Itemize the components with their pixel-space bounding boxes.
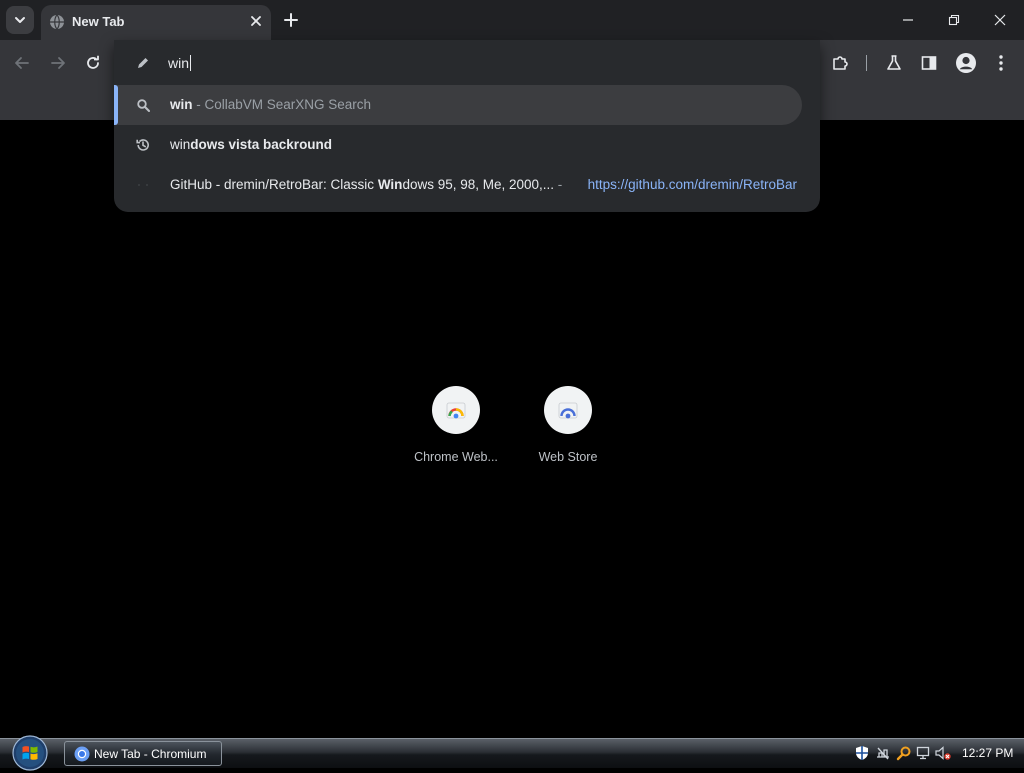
shortcut-label: Web Store — [538, 450, 598, 464]
profile-button[interactable] — [955, 52, 977, 74]
suggestion-segment: win — [170, 97, 193, 112]
history-icon — [134, 136, 152, 154]
toolbar-divider — [866, 55, 867, 71]
suggestion-row[interactable]: win - CollabVM SearXNG Search — [114, 85, 820, 125]
suggestion-segment: - CollabVM SearXNG Search — [192, 97, 372, 112]
suggestion-row[interactable]: windows vista backround — [114, 125, 820, 165]
labs-button[interactable] — [884, 53, 904, 73]
reload-button[interactable] — [83, 53, 103, 73]
edit-icon — [134, 54, 152, 72]
network-disconnected-icon[interactable] — [875, 745, 891, 761]
page-icon — [134, 176, 152, 194]
suggestion-segment: dows vista backround — [190, 137, 333, 152]
suggestion-text: win - CollabVM SearXNG Search — [170, 96, 371, 114]
windows-logo-icon — [12, 735, 48, 771]
volume-muted-icon[interactable] — [934, 745, 951, 761]
taskbar-window-button[interactable]: New Tab - Chromium — [64, 741, 222, 766]
chrome-web-store-icon — [446, 402, 466, 419]
omnibox-dropdown: win win - CollabVM SearXNG Search window… — [114, 40, 820, 212]
reload-icon — [87, 55, 99, 69]
minimize-icon — [903, 19, 913, 21]
flask-icon — [887, 55, 901, 70]
tab-search-button[interactable] — [6, 6, 34, 34]
chevron-down-icon — [15, 17, 25, 23]
restore-button[interactable] — [944, 10, 964, 30]
window-close-button[interactable] — [990, 10, 1010, 30]
globe-icon — [49, 14, 65, 30]
suggestion-segment: Win — [377, 177, 403, 192]
suggestion-segment: - — [554, 177, 563, 192]
new-tab-button[interactable] — [281, 10, 301, 30]
suggestion-segment: GitHub - dremin/RetroBar: Classic — [170, 177, 378, 192]
system-clock[interactable]: 12:27 PM — [962, 746, 1013, 760]
taskbar: New Tab - Chromium 12:27 PM — [0, 735, 1024, 771]
system-tray — [854, 745, 954, 763]
minimize-button[interactable] — [898, 10, 918, 30]
menu-button[interactable] — [991, 53, 1011, 73]
shortcut-label: Chrome Web... — [414, 450, 498, 464]
close-icon — [251, 16, 261, 26]
omnibox-input-text: win — [168, 55, 190, 71]
arrow-right-icon — [51, 57, 65, 69]
suggestion-segment: win — [170, 137, 191, 152]
suggestion-text: windows vista backround — [170, 136, 332, 154]
shortcut-tile[interactable]: Web Store — [512, 386, 624, 482]
extensions-button[interactable] — [830, 53, 850, 73]
close-icon — [994, 14, 1006, 26]
suggestion-url[interactable]: https://github.com/dremin/RetroBar — [588, 176, 797, 194]
side-panel-button[interactable] — [919, 53, 939, 73]
suggestion-row[interactable]: GitHub - dremin/RetroBar: Classic Window… — [114, 165, 820, 205]
arrow-left-icon — [15, 57, 29, 69]
shortcut-tile[interactable]: Chrome Web... — [400, 386, 512, 482]
suggestion-segment: dows 95, 98, Me, 2000,... — [402, 177, 555, 192]
back-button[interactable] — [12, 53, 32, 73]
forward-button[interactable] — [48, 53, 68, 73]
shortcut-icon-circle — [544, 386, 592, 434]
suggestion-text: GitHub - dremin/RetroBar: Classic Window… — [170, 176, 562, 194]
web-store-icon — [558, 402, 578, 419]
text-caret — [190, 55, 192, 71]
plus-icon — [284, 13, 298, 27]
tab-close-button[interactable] — [246, 11, 266, 31]
restore-icon — [948, 14, 960, 26]
shortcut-icon-circle — [432, 386, 480, 434]
side-panel-icon — [921, 56, 937, 70]
security-shield-icon[interactable] — [854, 745, 870, 761]
selected-row-accent — [114, 85, 118, 125]
avatar-icon — [956, 53, 976, 73]
start-button[interactable] — [10, 733, 50, 773]
tab-new-tab[interactable]: New Tab — [41, 5, 271, 40]
search-icon — [134, 96, 152, 114]
tab-strip: New Tab — [0, 0, 1024, 40]
tab-title: New Tab — [72, 14, 125, 29]
chromium-icon — [74, 746, 90, 762]
search-icon[interactable] — [896, 745, 912, 761]
omnibox-input[interactable]: win — [168, 52, 192, 74]
monitor-icon[interactable] — [916, 745, 932, 761]
kebab-menu-icon — [999, 55, 1003, 71]
taskbar-window-label: New Tab - Chromium — [94, 747, 207, 761]
puzzle-icon — [833, 56, 848, 70]
